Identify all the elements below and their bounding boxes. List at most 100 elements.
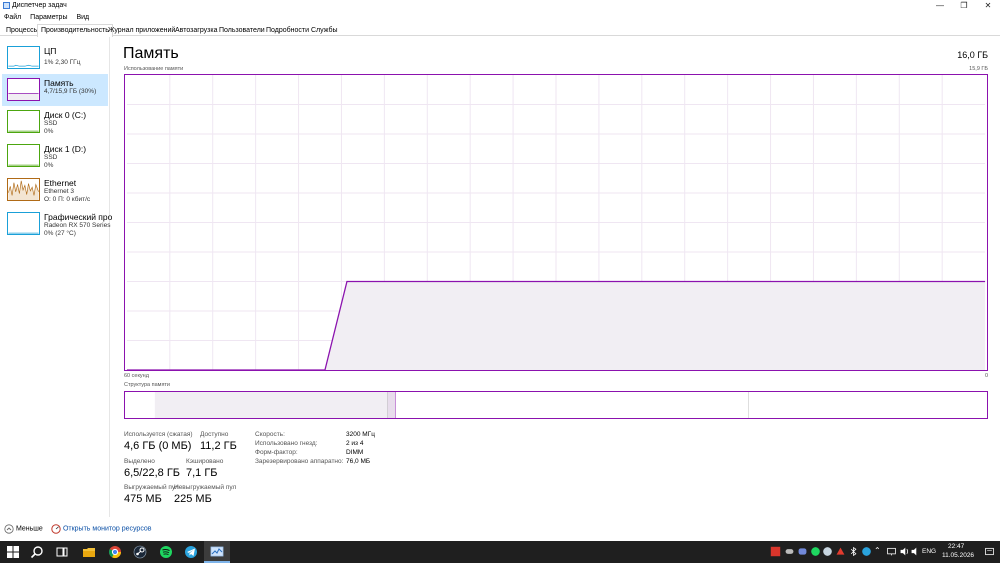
tab-users[interactable]: Пользователи (215, 24, 269, 36)
title-bar: Диспетчер задач — ❐ ✕ (0, 0, 1000, 12)
usage-graph-max: 15,9 ГБ (969, 66, 988, 72)
sidebar-item-label: Память (44, 78, 74, 88)
menu-options[interactable]: Параметры (26, 12, 70, 21)
bluetooth-icon[interactable] (848, 546, 859, 557)
sidebar-item-memory[interactable]: Память 4,7/15,9 ГБ (30%) (2, 74, 108, 106)
steam-icon[interactable] (133, 545, 147, 559)
sidebar-item-detail: 4,7/15,9 ГБ (30%) (44, 88, 97, 95)
slots-value: 2 из 4 (346, 440, 364, 447)
tray-spotify-icon[interactable] (810, 546, 821, 557)
sidebar-item-detail: SSD (44, 120, 58, 127)
available-value: 11,2 ГБ (200, 440, 237, 452)
sidebar-item-detail: Ethernet 3 (44, 188, 74, 195)
gpu-thumbnail (7, 212, 40, 235)
task-view-icon[interactable] (55, 545, 69, 559)
cached-label: Кэшировано (186, 458, 224, 465)
chrome-icon[interactable] (108, 545, 122, 559)
speed-label: Скорость: (255, 431, 285, 438)
volume-icon[interactable] (899, 546, 910, 557)
composition-label: Структура памяти (124, 382, 171, 388)
spotify-icon[interactable] (159, 545, 173, 559)
speaker-icon[interactable] (910, 546, 921, 557)
sidebar-item-label: Диск 0 (C:) (44, 110, 87, 120)
tray-app-icon[interactable] (770, 546, 781, 557)
in-use-label: Используется (сжатая) (124, 431, 193, 438)
tray-steam-icon[interactable] (822, 546, 833, 557)
sidebar-item-disk-1[interactable]: Диск 1 (D:) SSD 0% (2, 140, 108, 172)
usage-graph-label: Использование памяти (124, 66, 184, 72)
resource-monitor-label: Открыть монитор ресурсов (62, 525, 152, 533)
clock-date[interactable]: 11.05.2026 (942, 552, 974, 559)
file-explorer-icon[interactable] (82, 545, 96, 559)
tab-bar: Процессы Производительность Журнал прило… (0, 24, 1000, 37)
graph-time-end: 0 (984, 373, 988, 379)
tab-services[interactable]: Службы (307, 24, 342, 36)
sidebar-item-cpu[interactable]: ЦП 1% 2,30 ГГц (2, 42, 108, 74)
composition-standby (395, 392, 749, 418)
memory-panel: Память 16,0 ГБ Использование памяти 15,9… (110, 37, 1000, 517)
nonpaged-pool-value: 225 МБ (174, 493, 212, 505)
cached-value: 7,1 ГБ (186, 467, 218, 479)
task-manager-taskbar-button[interactable] (204, 541, 230, 563)
composition-in-use (154, 392, 388, 418)
sidebar-item-label: Диск 1 (D:) (44, 144, 87, 154)
menu-file[interactable]: Файл (0, 12, 24, 21)
search-icon[interactable] (30, 545, 44, 559)
sidebar-item-detail: 0% (27 °C) (44, 230, 76, 237)
form-factor-value: DIMM (346, 449, 364, 456)
sidebar-item-disk-0[interactable]: Диск 0 (C:) SSD 0% (2, 106, 108, 138)
memory-total: 16,0 ГБ (957, 50, 988, 60)
tray-overflow-icon[interactable]: ⌃ (874, 546, 881, 555)
window-title: Диспетчер задач (12, 2, 67, 9)
sidebar-item-detail: SSD (44, 154, 58, 161)
tab-app-history[interactable]: Журнал приложений (104, 24, 179, 36)
memory-usage-graph (124, 74, 988, 371)
in-use-value: 4,6 ГБ (0 МБ) (124, 440, 192, 452)
task-manager-icon (3, 2, 10, 9)
sidebar-item-gpu[interactable]: Графический про Radeon RX 570 Series 0% … (2, 208, 112, 240)
paged-pool-value: 475 МБ (124, 493, 162, 505)
notifications-icon[interactable] (984, 546, 995, 557)
disk-1-thumbnail (7, 144, 40, 167)
sidebar-item-detail: О: 0 П: 0 кбит/с (44, 196, 91, 203)
tray-gamepad-icon[interactable] (784, 546, 795, 557)
task-manager-window: Диспетчер задач — ❐ ✕ Файл Параметры Вид… (0, 0, 1000, 541)
tray-discord-icon[interactable] (797, 546, 808, 557)
telegram-icon[interactable] (184, 545, 198, 559)
tab-startup[interactable]: Автозагрузка (171, 24, 221, 36)
performance-sidebar: ЦП 1% 2,30 ГГц Память 4,7/15,9 ГБ (30%) … (0, 37, 112, 517)
resource-monitor-link[interactable]: Открыть монитор ресурсов (51, 524, 152, 534)
menu-view[interactable]: Вид (72, 12, 92, 21)
network-icon[interactable] (886, 546, 897, 557)
committed-label: Выделено (124, 458, 155, 465)
close-button[interactable]: ✕ (976, 0, 1000, 12)
speed-value: 3200 МГц (346, 431, 375, 438)
paged-pool-label: Выгружаемый пул (124, 484, 179, 491)
nonpaged-pool-label: Невыгружаемый пул (174, 484, 237, 491)
tab-details[interactable]: Подробности (262, 24, 313, 36)
windows-start-icon[interactable] (6, 545, 20, 559)
sidebar-item-ethernet[interactable]: Ethernet Ethernet 3 О: 0 П: 0 кбит/с (2, 174, 108, 206)
hardware-reserved-value: 76,0 МБ (346, 458, 371, 465)
disk-0-thumbnail (7, 110, 40, 133)
tray-telegram-icon[interactable] (861, 546, 872, 557)
fewer-details-button[interactable]: Меньше (4, 524, 43, 534)
language-indicator[interactable]: ENG (922, 548, 936, 555)
tab-performance[interactable]: Производительность (37, 24, 113, 37)
footer-bar: Меньше Открыть монитор ресурсов (0, 520, 1000, 541)
maximize-button[interactable]: ❐ (952, 0, 976, 12)
resource-monitor-icon (51, 524, 61, 534)
ethernet-thumbnail (7, 178, 40, 201)
form-factor-label: Форм-фактор: (255, 449, 298, 456)
memory-composition-bar (124, 391, 988, 419)
task-manager-taskbar-icon (210, 546, 224, 557)
clock-time[interactable]: 22:47 (948, 543, 964, 550)
sidebar-item-label: Ethernet (44, 178, 77, 188)
tray-radeon-icon[interactable] (835, 546, 846, 557)
sidebar-item-label: Графический про (44, 212, 113, 222)
sidebar-item-detail: 0% (44, 162, 54, 169)
slots-label: Использовано гнезд: (255, 440, 318, 447)
composition-modified (387, 392, 396, 418)
minimize-button[interactable]: — (928, 0, 952, 12)
composition-free (748, 392, 958, 418)
